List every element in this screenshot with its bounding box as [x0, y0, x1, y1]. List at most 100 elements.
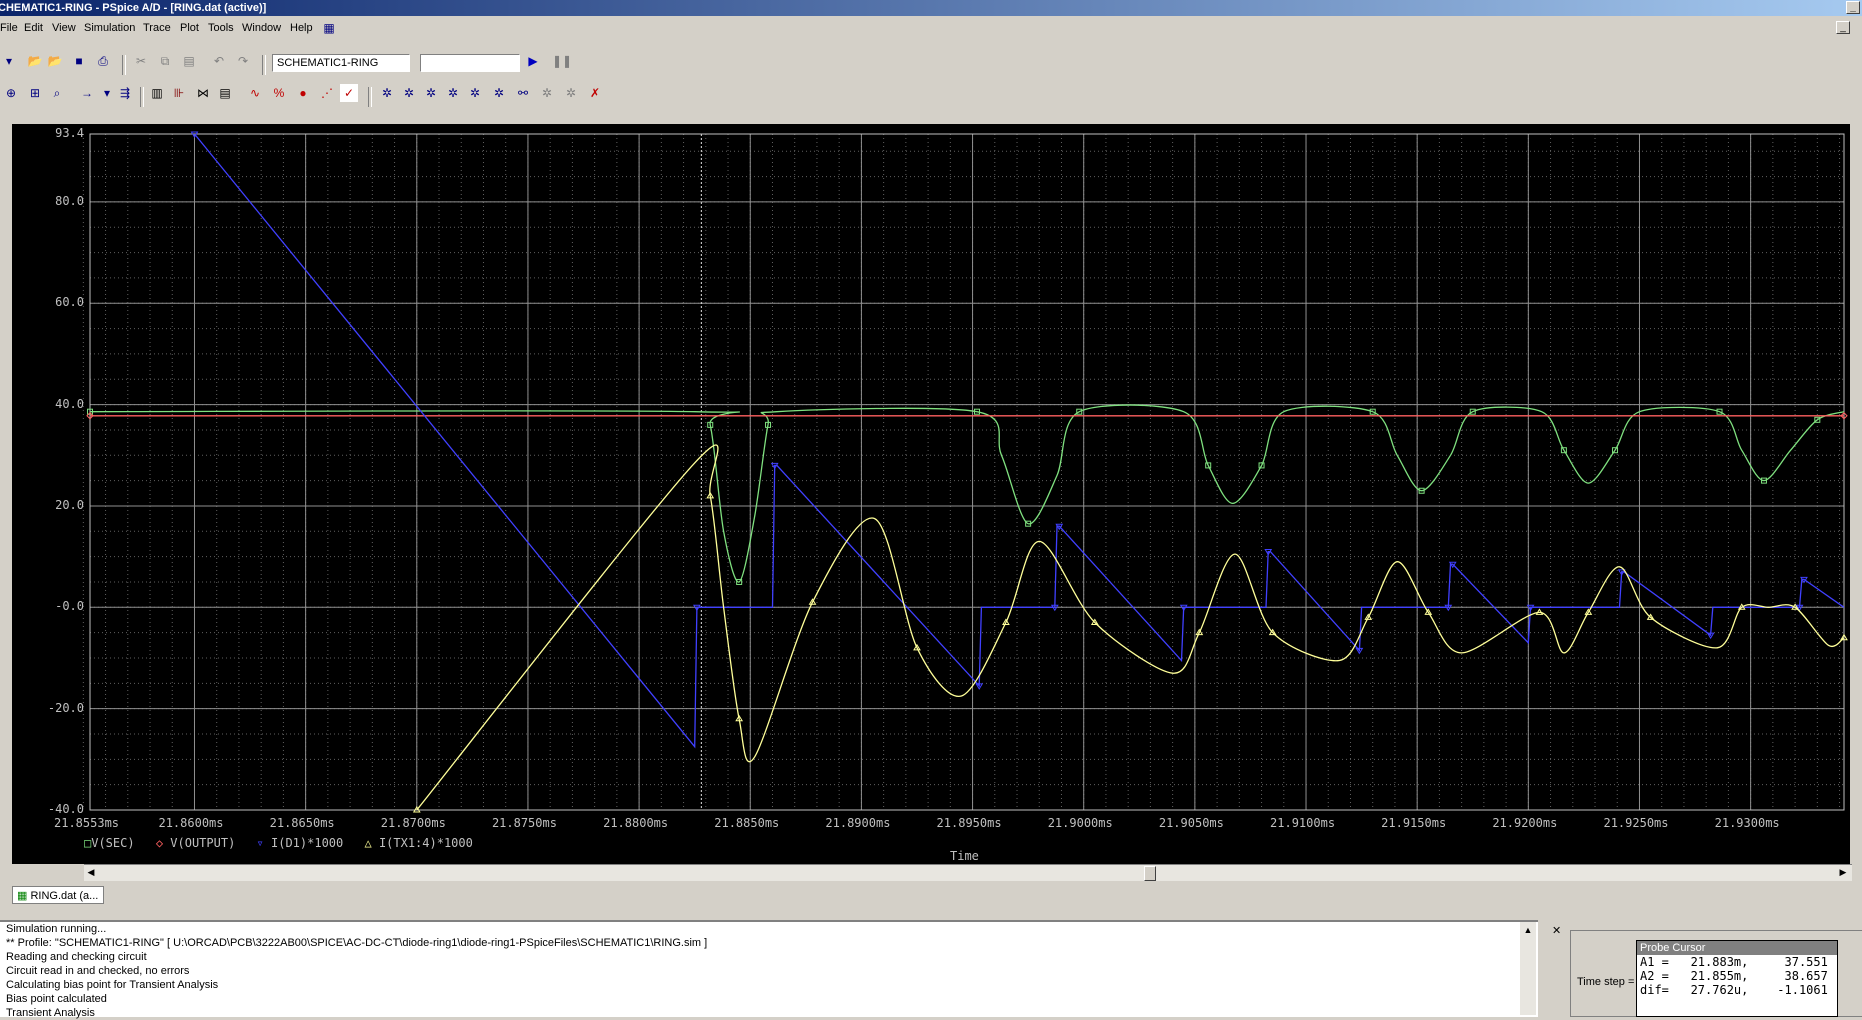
output-line: Simulation running... [6, 923, 107, 935]
scroll-right-icon[interactable]: ▶ [1836, 866, 1850, 879]
menu-bar: File Edit View Simulation Trace Plot Too… [0, 18, 1862, 38]
print-icon[interactable]: ⎙ [94, 52, 112, 70]
legend-itx1[interactable]: △ I(TX1:4)*1000 [364, 836, 472, 850]
output-window[interactable]: Simulation running... ** Profile: "SCHEM… [0, 920, 1538, 1019]
output-line: Transient Analysis [6, 1007, 95, 1019]
x-tick-label: 21.8950ms [936, 816, 1002, 830]
zoom-area-icon[interactable]: ⊞ [26, 84, 44, 102]
probe-row-a2: A2 = 21.855m, 38.657 [1640, 969, 1828, 983]
y-tick-label: 20.0 [55, 497, 84, 512]
measurement-icon[interactable]: ✗ [586, 84, 604, 102]
log-x-icon[interactable]: ⇶ [116, 84, 134, 102]
legend-id1[interactable]: ▿ I(D1)*1000 [257, 836, 344, 850]
cursor-max-icon[interactable]: ✲ [466, 84, 484, 102]
tab-ring-dat[interactable]: ▦ RING.dat (a... [12, 886, 104, 904]
separator [368, 87, 372, 107]
x-tick-label: 21.9100ms [1270, 816, 1336, 830]
x-tick-label: 21.8800ms [603, 816, 669, 830]
cursor-trough-icon[interactable]: ✲ [400, 84, 418, 102]
y-tick-label: 80.0 [55, 193, 84, 208]
save-icon[interactable]: ■ [70, 52, 88, 70]
arrow-dropdown-icon[interactable]: ▾ [98, 84, 116, 102]
x-tick-label: 21.9150ms [1381, 816, 1447, 830]
run-icon[interactable]: ▶ [524, 52, 542, 70]
cursor-min-icon[interactable]: ✲ [444, 84, 462, 102]
series-line-2 [193, 134, 1844, 749]
undo-icon[interactable]: ↶ [210, 52, 228, 70]
pause-icon[interactable]: ❚❚ [552, 52, 572, 70]
table-icon[interactable]: ▤ [216, 84, 234, 102]
paste-icon[interactable]: ▤ [180, 52, 198, 70]
x-tick-label: 21.9050ms [1158, 816, 1224, 830]
open-file-icon[interactable]: 📂 [46, 52, 64, 70]
menu-plot[interactable]: Plot [180, 22, 199, 34]
menu-window[interactable]: Window [242, 22, 281, 34]
menu-file[interactable]: File [0, 22, 18, 34]
y-tick-label: -40.0 [47, 802, 84, 816]
zoom-in-icon[interactable]: ⊕ [2, 84, 20, 102]
scroll-up-icon[interactable]: ▲ [1521, 924, 1535, 937]
menu-tools[interactable]: Tools [208, 22, 234, 34]
cursor-point-icon[interactable]: ✲ [490, 84, 508, 102]
separator [122, 55, 126, 75]
legend-voutput[interactable]: ◇ V(OUTPUT) [156, 836, 235, 850]
y-tick-label: 93.4 [55, 126, 84, 140]
label-icon[interactable]: ✲ [538, 84, 556, 102]
cut-icon[interactable]: ✂ [132, 52, 150, 70]
plot-horizontal-scrollbar[interactable]: ◀ ▶ [84, 864, 1852, 881]
zoom-fit-icon[interactable]: ⌕ [48, 84, 66, 102]
y-tick-label: 40.0 [55, 396, 84, 411]
output-line: Calculating bias point for Transient Ana… [6, 979, 219, 991]
redo-icon[interactable]: ↷ [234, 52, 252, 70]
binoculars-icon[interactable]: ⚯ [514, 84, 532, 102]
open-icon[interactable]: 📂 [26, 52, 44, 70]
output-vertical-scrollbar[interactable]: ▲ [1520, 922, 1536, 1015]
cursor-toggle-icon[interactable]: ✓ [340, 84, 358, 102]
x-tick-label: 21.8650ms [269, 816, 335, 830]
output-line: Reading and checking circuit [6, 951, 147, 963]
mdi-minimize-button[interactable]: _ [1836, 21, 1850, 34]
menu-edit[interactable]: Edit [24, 22, 43, 34]
menu-simulation[interactable]: Simulation [84, 22, 135, 34]
legend-vsec[interactable]: □V(SEC) [84, 836, 135, 850]
plot-window[interactable] [12, 124, 1850, 864]
close-output-icon[interactable]: ✕ [1552, 924, 1561, 937]
cursor-slope-icon[interactable]: ✲ [422, 84, 440, 102]
copy-icon[interactable]: ⧉ [156, 52, 174, 70]
menu-trace[interactable]: Trace [143, 22, 171, 34]
x-tick-label: 21.9000ms [1047, 816, 1113, 830]
probe-cursor-title: Probe Cursor [1637, 941, 1837, 955]
x-tick-label: 21.8750ms [491, 816, 557, 830]
menu-help[interactable]: Help [290, 22, 313, 34]
time-step-label: Time step = [1577, 976, 1635, 988]
cursor-peak-icon[interactable]: ✲ [378, 84, 396, 102]
profile-combo[interactable]: SCHEMATIC1-RING [272, 54, 410, 72]
fft-icon[interactable]: ▥ [148, 84, 166, 102]
title-bar: CHEMATIC1-RING - PSpice A/D - [RING.dat … [0, 0, 1862, 16]
mark-icon[interactable]: ⋰ [318, 84, 336, 102]
scroll-left-icon[interactable]: ◀ [84, 866, 98, 879]
plot-file-icon: ▦ [17, 890, 31, 902]
waveform-plot[interactable] [12, 124, 1850, 864]
eval-goal-icon[interactable]: % [270, 84, 288, 102]
scroll-thumb[interactable] [1144, 866, 1156, 881]
menu-view[interactable]: View [52, 22, 76, 34]
separator [140, 87, 144, 107]
help-context-icon[interactable]: ▦ [320, 19, 338, 37]
dropdown-arrow-icon[interactable]: ▾ [0, 52, 18, 70]
y-tick-label: -20.0 [47, 700, 84, 715]
add-trace-icon[interactable]: ∿ [246, 84, 264, 102]
minimize-button[interactable]: _ [1846, 1, 1860, 14]
probe-cursor-box: Probe Cursor A1 = 21.883m, 37.551 A2 = 2… [1636, 940, 1838, 1017]
section-combo[interactable] [420, 54, 520, 72]
output-line: ** Profile: "SCHEMATIC1-RING" [ U:\ORCAD… [6, 937, 708, 949]
color-icon[interactable]: ● [294, 84, 312, 102]
y-tick-label: -0.0 [55, 599, 84, 614]
x-tick-label: 21.9200ms [1492, 816, 1558, 830]
standard-toolbar: ▾ 📂 📂 ■ ⎙ ✂ ⧉ ▤ ↶ ↷ SCHEMATIC1-RING ▶ ❚❚ [0, 52, 1862, 78]
arrow-icon[interactable]: → [78, 84, 96, 102]
document-tab-bar: ▦ RING.dat (a... [0, 884, 1862, 906]
mark-data-icon[interactable]: ✲ [562, 84, 580, 102]
performance-icon[interactable]: ⊪ [170, 84, 188, 102]
waveform-icon[interactable]: ⋈ [194, 84, 212, 102]
